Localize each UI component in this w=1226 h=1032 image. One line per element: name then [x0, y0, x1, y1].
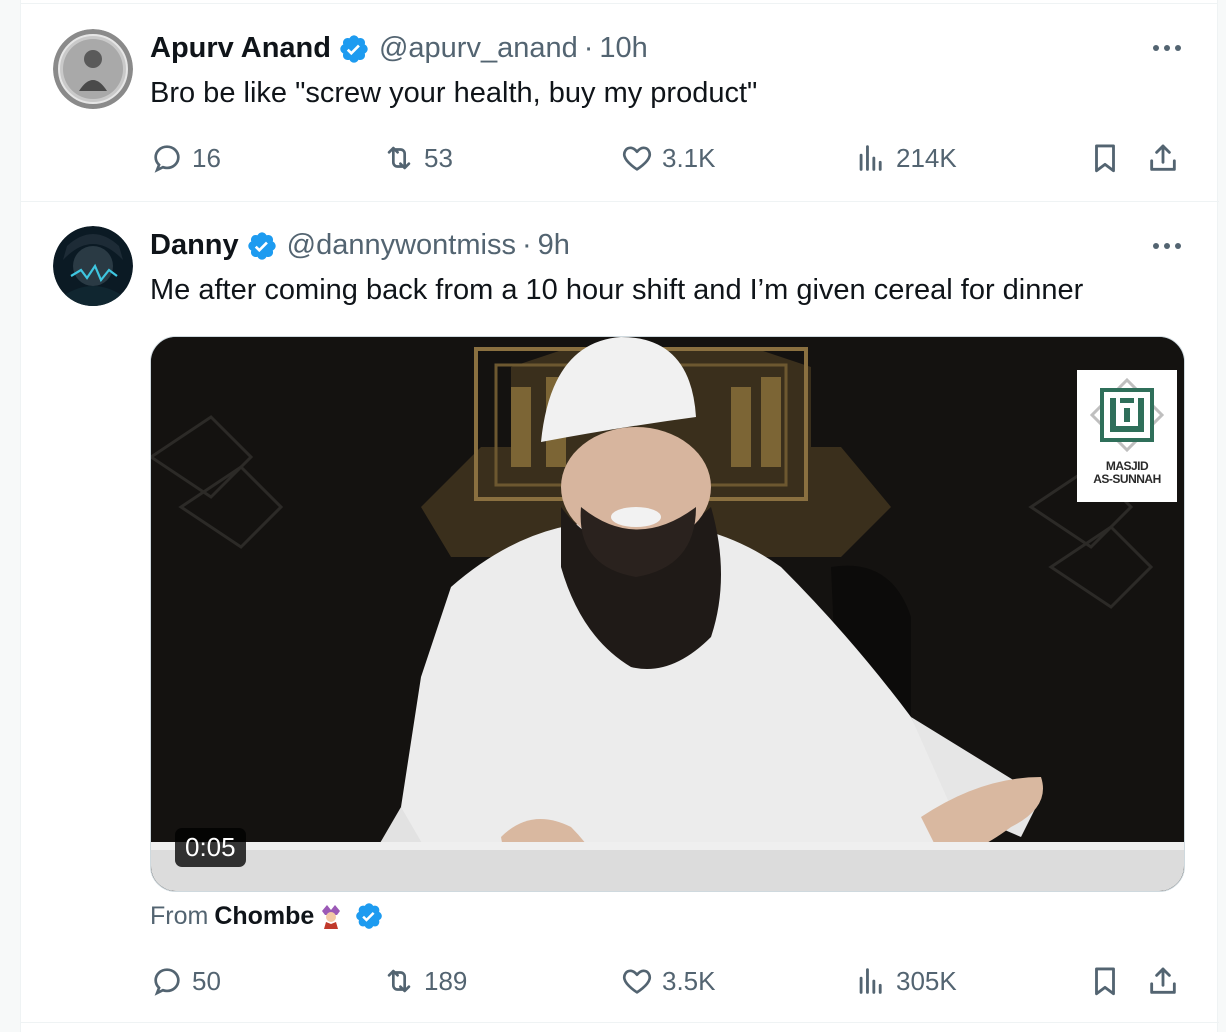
masjid-logo-watermark: MASJID AS-SUNNAH [1077, 370, 1177, 502]
retweet-count: 189 [424, 965, 468, 996]
video-player[interactable]: MASJID AS-SUNNAH 0:05 [150, 336, 1185, 892]
bookmark-button[interactable] [1088, 961, 1122, 1001]
more-dots-icon[interactable] [1151, 32, 1183, 64]
share-button[interactable] [1146, 138, 1180, 178]
avatar[interactable] [53, 29, 133, 109]
author-name[interactable]: Danny [150, 229, 239, 262]
jester-emoji-icon [318, 903, 344, 929]
verified-badge-icon [338, 33, 370, 65]
separator: · [583, 32, 594, 64]
video-frame [151, 337, 1184, 891]
reply-button[interactable]: 16 [150, 138, 221, 178]
heart-icon [622, 969, 652, 994]
tweet-header: Apurv Anand @apurv_anand · 10h [150, 32, 648, 65]
like-button[interactable]: 3.5K [620, 961, 716, 1001]
author-handle[interactable]: @dannywontmiss [287, 229, 516, 262]
bookmark-icon [1095, 967, 1115, 996]
verified-badge-icon [246, 230, 278, 262]
timeline-feed: Apurv Anand @apurv_anand · 10h Bro be li… [20, 0, 1219, 1032]
views-count: 305K [896, 965, 957, 996]
reply-button[interactable]: 50 [150, 961, 221, 1001]
video-duration: 0:05 [175, 828, 246, 867]
verified-badge-icon [354, 901, 384, 931]
share-upload-icon [1150, 144, 1176, 171]
avatar[interactable] [53, 226, 133, 306]
reply-count: 50 [192, 965, 221, 996]
timestamp[interactable]: 10h [599, 32, 647, 65]
reply-bubble-icon [154, 968, 180, 996]
retweet-button[interactable]: 53 [382, 138, 453, 178]
masjid-logo-icon [1090, 378, 1164, 452]
like-count: 3.1K [662, 142, 716, 173]
source-account-name[interactable]: Chombe [214, 902, 314, 931]
tweet[interactable]: Danny @dannywontmiss · 9h Me after comin… [21, 203, 1219, 1023]
retweet-button[interactable]: 189 [382, 961, 467, 1001]
tweet-text: Me after coming back from a 10 hour shif… [150, 274, 1084, 306]
tweet-text: Bro be like "screw your health, buy my p… [150, 77, 758, 109]
from-label: From [150, 901, 209, 930]
retweet-icon [387, 969, 411, 993]
bookmark-button[interactable] [1088, 138, 1122, 178]
retweet-icon [387, 146, 411, 170]
like-button[interactable]: 3.1K [620, 138, 716, 178]
reply-bubble-icon [154, 145, 180, 173]
retweet-count: 53 [424, 142, 453, 173]
author-handle[interactable]: @apurv_anand [379, 32, 578, 65]
views-button[interactable]: 305K [854, 961, 957, 1001]
tweet-actions: 50 189 3.5K 305K [150, 961, 1190, 1001]
share-button[interactable] [1146, 961, 1180, 1001]
views-button[interactable]: 214K [854, 138, 957, 178]
views-bars-icon [859, 968, 882, 994]
views-bars-icon [859, 145, 882, 171]
tweet[interactable]: Apurv Anand @apurv_anand · 10h Bro be li… [21, 4, 1219, 202]
tweet-header: Danny @dannywontmiss · 9h [150, 229, 570, 262]
author-name[interactable]: Apurv Anand [150, 32, 331, 65]
separator: · [521, 229, 532, 261]
tweet-actions: 16 53 3.1K 214K [150, 138, 1190, 178]
video-attribution: From Chombe [150, 901, 384, 931]
like-count: 3.5K [662, 965, 716, 996]
watermark-line-2: AS-SUNNAH [1093, 472, 1161, 486]
bookmark-icon [1095, 144, 1115, 173]
reply-count: 16 [192, 142, 221, 173]
more-dots-icon[interactable] [1151, 230, 1183, 262]
views-count: 214K [896, 142, 957, 173]
timestamp[interactable]: 9h [538, 229, 570, 262]
share-upload-icon [1150, 967, 1176, 994]
heart-icon [622, 146, 652, 171]
